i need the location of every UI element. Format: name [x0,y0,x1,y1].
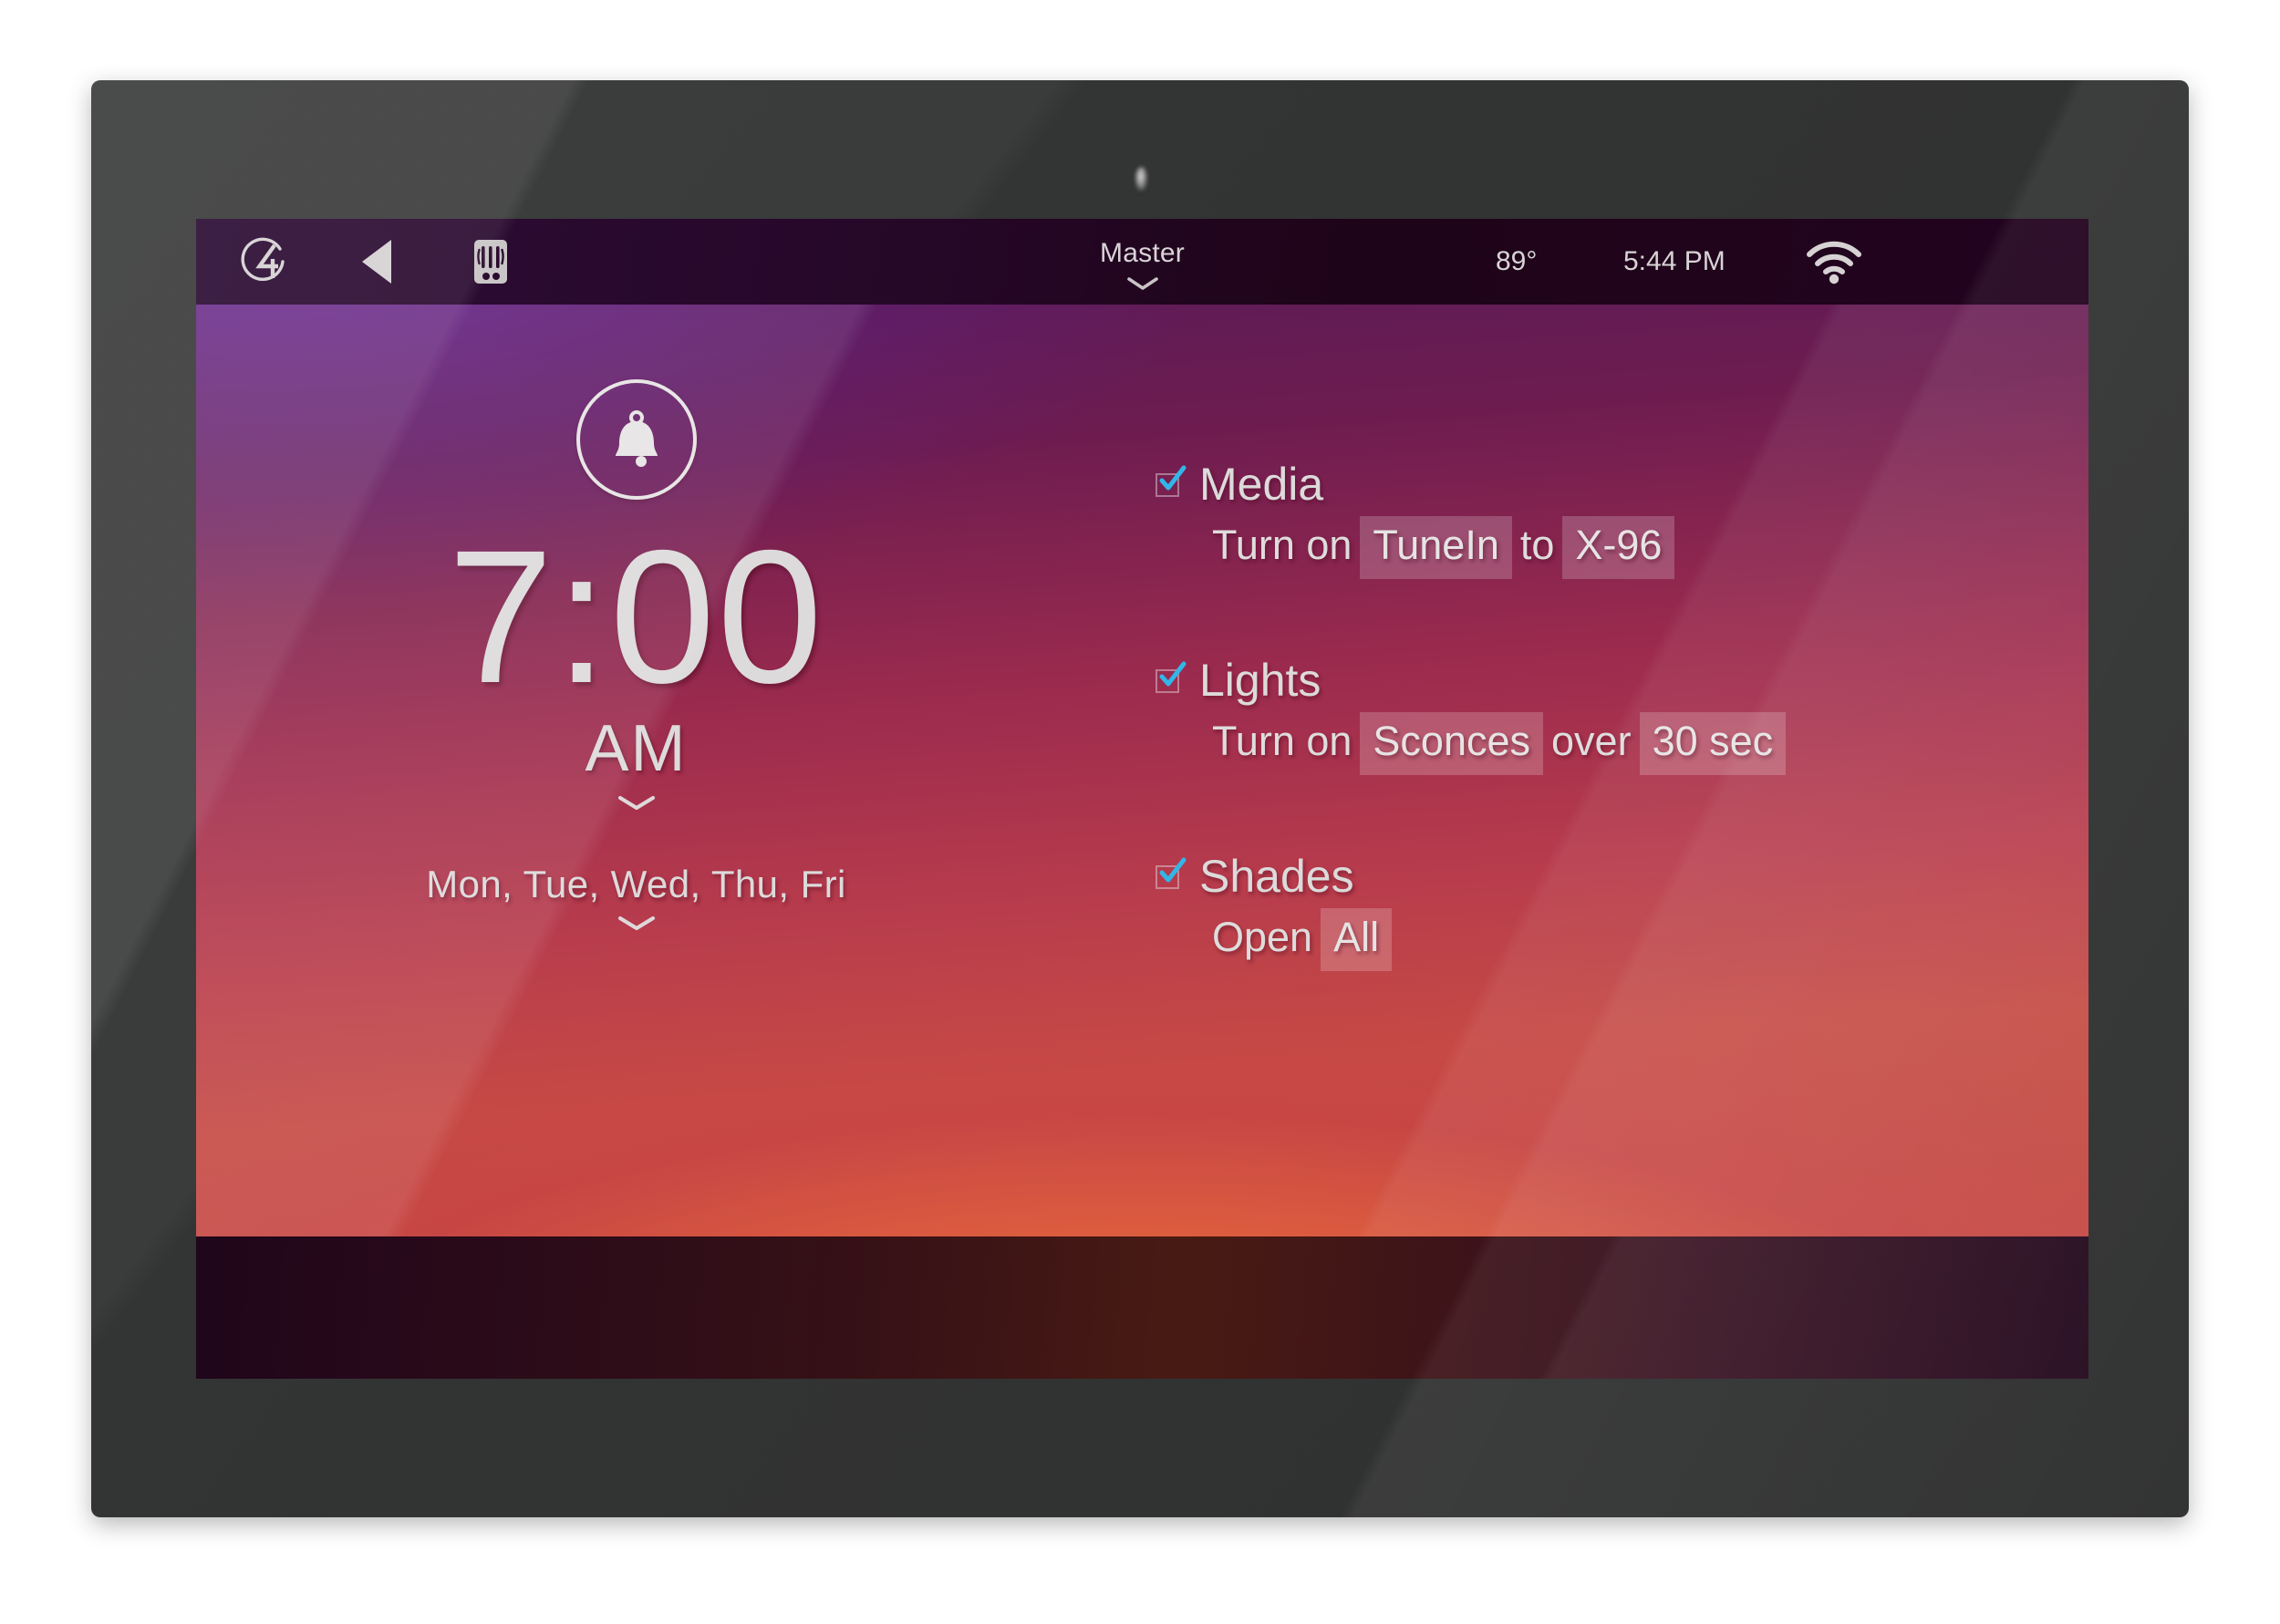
alarm-bell-badge[interactable] [575,379,697,500]
action-chip-lights-3[interactable]: 30 sec [1639,711,1787,775]
checkbox-lights[interactable] [1156,661,1187,694]
clock-label[interactable]: 5:44 PM [1623,219,1726,305]
alarm-days-value[interactable]: Mon, Tue, Wed, Thu, Fri [196,863,1076,906]
action-chip-media-3[interactable]: X-96 [1562,516,1675,579]
action-word-lights-0: Turn on [1212,717,1352,764]
checkbox-shades[interactable] [1156,857,1187,890]
alarm-bell-icon [615,410,658,467]
wifi-status-icon[interactable] [1806,219,1862,305]
touchscreen-device: Master 89° 5:44 PM 7:00 AM Mon, Tue, Wed… [91,80,2189,1517]
action-word-media-0: Turn on [1212,522,1352,568]
action-chip-shades-1[interactable]: All [1321,907,1393,971]
alarm-days-chevron[interactable] [196,914,1076,932]
action-block-lights: Lights Turn on Sconces over 30 sec [1156,657,2022,775]
action-chip-lights-1[interactable]: Sconces [1360,711,1544,775]
checkbox-media[interactable] [1156,465,1187,498]
status-bar: Master 89° 5:44 PM [196,219,2088,305]
action-header-media: Media [1156,461,2022,507]
chevron-down-icon [617,916,655,931]
action-word-shades-0: Open [1212,913,1313,960]
action-block-shades: Shades Open All [1156,853,2022,971]
wifi-icon-glyph [1807,241,1861,284]
room-selector[interactable]: Master [196,222,2088,308]
temperature-label[interactable]: 89° [1496,219,1537,305]
action-word-lights-2: over [1551,717,1632,764]
alarm-time-value[interactable]: 7:00 [196,518,1076,718]
device-screen: Master 89° 5:44 PM 7:00 AM Mon, Tue, Wed… [196,219,2088,1379]
alarm-meridiem-value[interactable]: AM [196,711,1076,786]
chevron-down-icon [617,796,655,811]
chevron-down-icon [1125,275,1160,292]
alarm-summary-column: 7:00 AM Mon, Tue, Wed, Thu, Fri [196,305,1076,932]
action-chip-media-1[interactable]: TuneIn [1360,516,1512,579]
action-block-media: Media Turn on TuneIn to X-96 [1156,461,2022,579]
check-icon [1159,857,1187,883]
action-title-media[interactable]: Media [1199,461,1323,507]
action-word-media-2: to [1519,522,1555,568]
alarm-meridiem-chevron[interactable] [196,793,1076,812]
front-camera-icon [1135,167,1147,191]
action-header-lights: Lights [1156,657,2022,703]
action-detail-lights: Turn on Sconces over 30 sec [1212,711,2022,775]
action-title-lights[interactable]: Lights [1199,657,1321,703]
alarm-actions-column: Media Turn on TuneIn to X-96 Lights Turn on Sco… [1156,461,2022,971]
check-icon [1159,661,1187,687]
room-name-label: Master [1100,237,1185,268]
alarm-screen: 7:00 AM Mon, Tue, Wed, Thu, Fri Media Tur… [196,305,2088,1236]
action-detail-media: Turn on TuneIn to X-96 [1212,516,2022,579]
bottom-dim-bar [196,1236,2088,1379]
action-header-shades: Shades [1156,853,2022,899]
check-icon [1159,465,1187,491]
action-detail-shades: Open All [1212,907,2022,971]
action-title-shades[interactable]: Shades [1199,853,1354,899]
